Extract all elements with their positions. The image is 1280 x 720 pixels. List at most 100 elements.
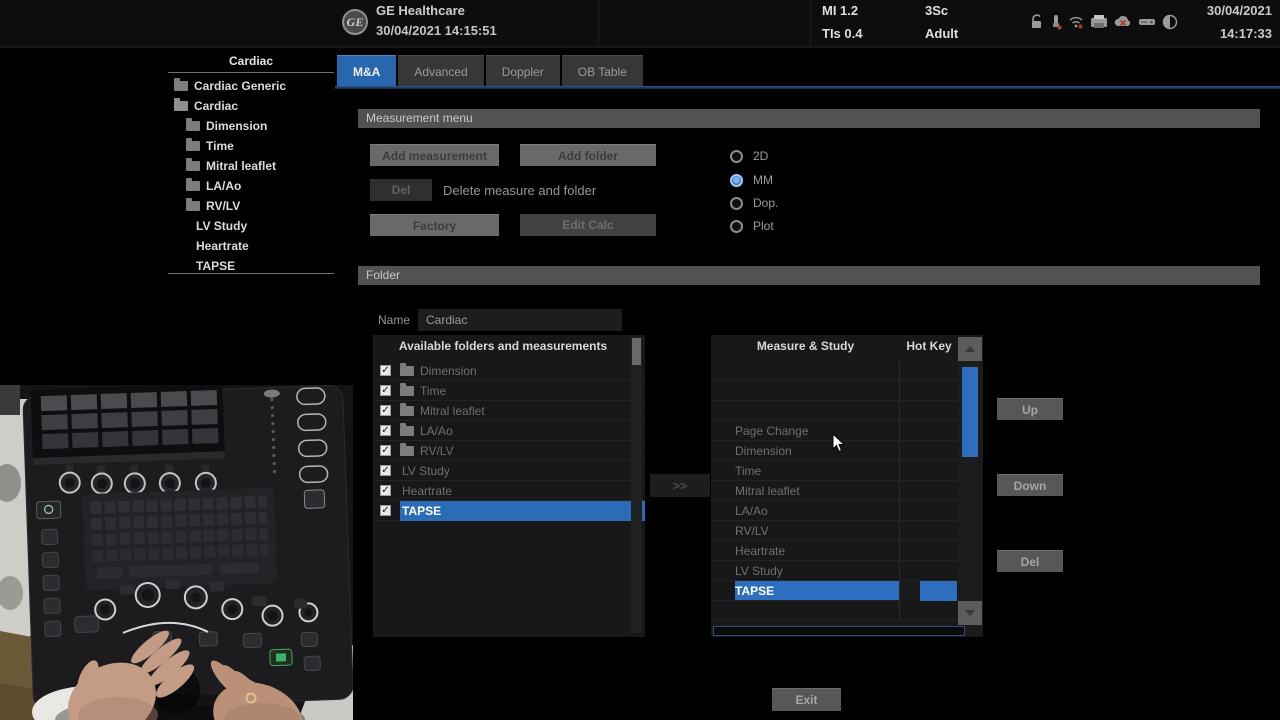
delete-entry-button[interactable]: Del xyxy=(997,550,1063,572)
measure-row-la-ao[interactable]: LA/Ao xyxy=(711,501,958,521)
available-list-header: Available folders and measurements xyxy=(373,339,633,353)
available-row-mitral-leaflet[interactable]: Mitral leaflet xyxy=(373,401,645,421)
tab-advanced[interactable]: Advanced xyxy=(398,55,483,87)
scrollbar-thumb[interactable] xyxy=(632,338,641,365)
folder-section-header: Folder xyxy=(358,266,1260,285)
factory-button[interactable]: Factory xyxy=(370,214,499,236)
measure-row-empty[interactable] xyxy=(711,401,958,421)
mouse-cursor xyxy=(832,433,846,453)
tree-item-heartrate[interactable]: Heartrate xyxy=(168,236,334,256)
unlock-icon xyxy=(1030,14,1044,30)
folder-name-input[interactable] xyxy=(418,309,622,331)
radio-2d[interactable]: 2D xyxy=(730,149,768,163)
add-measurement-button[interactable]: Add measurement xyxy=(370,144,499,166)
tab-doppler[interactable]: Doppler xyxy=(486,55,560,87)
available-row-dimension[interactable]: Dimension xyxy=(373,361,645,381)
tree-title: Cardiac xyxy=(168,50,334,68)
tab-ma[interactable]: M&A xyxy=(337,55,396,87)
drive-icon xyxy=(1138,14,1156,30)
tree-item-rv-lv[interactable]: RV/LV xyxy=(168,196,334,216)
checkbox-checked[interactable] xyxy=(380,405,391,416)
measure-row-mitral-leaflet[interactable]: Mitral leaflet xyxy=(711,481,958,501)
checkbox-checked[interactable] xyxy=(380,425,391,436)
mi-value: MI 1.2 xyxy=(822,3,858,18)
measure-row-heartrate[interactable]: Heartrate xyxy=(711,541,958,561)
scrollbar-track[interactable] xyxy=(958,337,982,635)
checkbox-checked[interactable] xyxy=(380,485,391,496)
scroll-up-button[interactable] xyxy=(958,337,982,361)
add-folder-button[interactable]: Add folder xyxy=(520,144,656,166)
tab-bar: M&A Advanced Doppler OB Table xyxy=(337,55,645,87)
brand-title: GE Healthcare xyxy=(376,3,465,18)
del-measure-button[interactable]: Del xyxy=(370,179,432,201)
measure-row-time[interactable]: Time xyxy=(711,461,958,481)
category-tree: Cardiac Cardiac Generic Cardiac Dimensio… xyxy=(168,50,334,278)
hotkey-cell-selected[interactable] xyxy=(920,581,957,601)
move-up-button[interactable]: Up xyxy=(997,398,1063,420)
radio-mm[interactable]: MM xyxy=(730,173,773,187)
tis-value: TIs 0.4 xyxy=(822,26,862,41)
available-row-time[interactable]: Time xyxy=(373,381,645,401)
control-panel-photo xyxy=(0,385,353,720)
tree-item-lv-study[interactable]: LV Study xyxy=(168,216,334,236)
tree-item-la-ao[interactable]: LA/Ao xyxy=(168,176,334,196)
measure-row-rv-lv[interactable]: RV/LV xyxy=(711,521,958,541)
ultrasound-setup-screen: GE GE Healthcare 30/04/2021 14:15:51 MI … xyxy=(0,0,1280,720)
printer-icon xyxy=(1090,14,1108,30)
available-row-heartrate[interactable]: Heartrate xyxy=(373,481,645,501)
radio-dop-circle[interactable] xyxy=(730,197,743,210)
radio-mm-circle-selected[interactable] xyxy=(730,174,743,187)
tree-item-cardiac-generic[interactable]: Cardiac Generic xyxy=(168,76,334,96)
checkbox-checked[interactable] xyxy=(380,445,391,456)
available-row-tapse-selected[interactable]: TAPSE xyxy=(373,501,645,521)
available-row-lv-study[interactable]: LV Study xyxy=(373,461,645,481)
available-folders-panel: Available folders and measurements Dimen… xyxy=(373,335,645,637)
radio-2d-circle[interactable] xyxy=(730,150,743,163)
measure-row-empty[interactable] xyxy=(711,381,958,401)
divider xyxy=(168,72,334,73)
measure-row-lv-study[interactable]: LV Study xyxy=(711,561,958,581)
tree-item-mitral-leaflet[interactable]: Mitral leaflet xyxy=(168,156,334,176)
wifi-icon xyxy=(1068,14,1084,30)
folder-icon xyxy=(186,121,200,131)
list-focus-field[interactable] xyxy=(713,626,965,636)
folder-icon xyxy=(400,406,414,416)
checkbox-checked[interactable] xyxy=(380,465,391,476)
system-time: 14:17:33 xyxy=(1220,26,1272,41)
transfer-right-button[interactable]: >> xyxy=(650,474,710,497)
measure-row-empty[interactable] xyxy=(711,601,958,621)
divider xyxy=(168,273,334,274)
tab-ob-table[interactable]: OB Table xyxy=(562,55,643,87)
measure-row-empty[interactable] xyxy=(711,361,958,381)
tree-item-cardiac[interactable]: Cardiac xyxy=(168,96,334,116)
radio-dop[interactable]: Dop. xyxy=(730,196,778,210)
checkbox-checked[interactable] xyxy=(380,385,391,396)
status-icon-tray xyxy=(1030,14,1178,30)
folder-icon xyxy=(186,181,200,191)
scrollbar-thumb[interactable] xyxy=(962,367,978,457)
measure-study-header: Measure & Study xyxy=(711,339,900,353)
measurement-menu-header: Measurement menu xyxy=(358,109,1260,128)
move-down-button[interactable]: Down xyxy=(997,474,1063,496)
measure-row-tapse-selected[interactable]: TAPSE xyxy=(711,581,958,601)
available-row-rv-lv[interactable]: RV/LV xyxy=(373,441,645,461)
radio-plot-circle[interactable] xyxy=(730,220,743,233)
hotkey-cell[interactable] xyxy=(900,581,920,601)
folder-icon xyxy=(186,161,200,171)
radio-plot[interactable]: Plot xyxy=(730,219,774,233)
checkbox-checked[interactable] xyxy=(380,505,391,516)
exit-button[interactable]: Exit xyxy=(772,688,841,711)
delete-measure-label: Delete measure and folder xyxy=(443,183,596,198)
checkbox-checked[interactable] xyxy=(380,365,391,376)
ge-logo-icon: GE xyxy=(342,9,368,35)
scroll-down-button[interactable] xyxy=(958,601,982,625)
folder-open-icon xyxy=(174,101,188,111)
probe-icon xyxy=(1050,14,1062,30)
available-row-la-ao[interactable]: LA/Ao xyxy=(373,421,645,441)
tree-item-time[interactable]: Time xyxy=(168,136,334,156)
edit-calc-button[interactable]: Edit Calc xyxy=(520,214,656,236)
scrollbar-track[interactable] xyxy=(631,337,642,633)
hot-key-header: Hot Key xyxy=(900,339,958,353)
system-date: 30/04/2021 xyxy=(1207,3,1272,18)
tree-item-dimension[interactable]: Dimension xyxy=(168,116,334,136)
